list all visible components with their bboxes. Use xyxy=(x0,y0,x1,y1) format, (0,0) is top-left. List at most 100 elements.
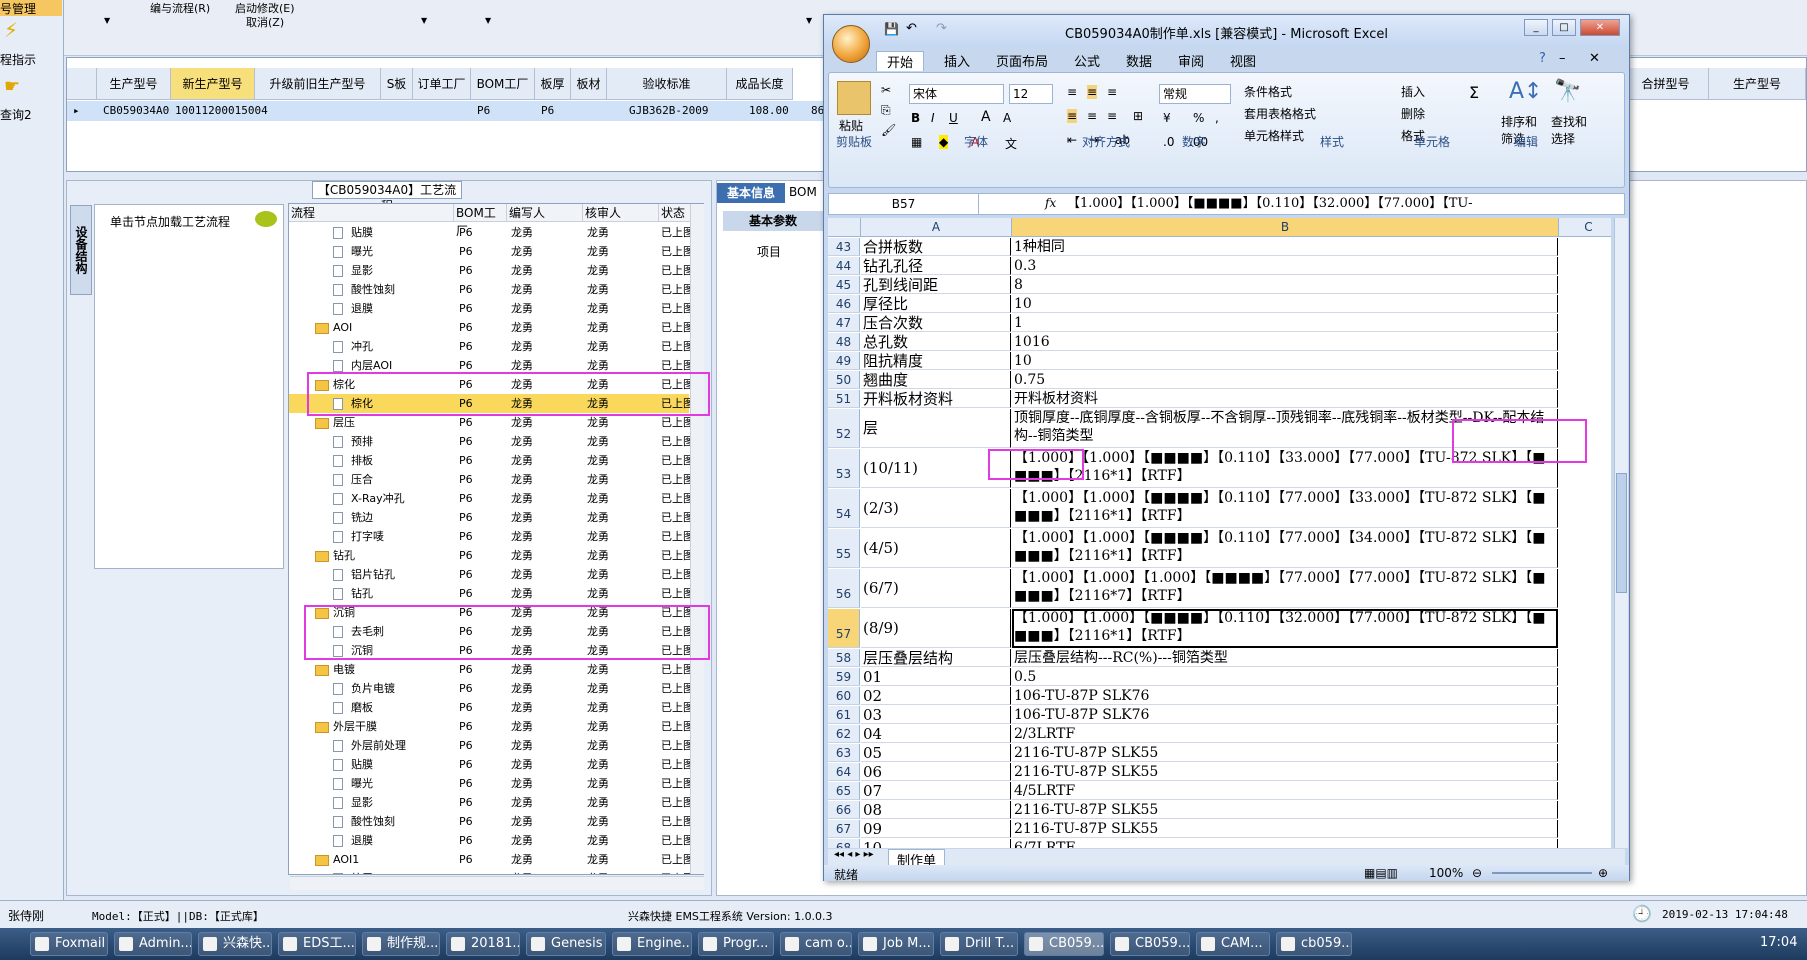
tree-row[interactable]: 外层前处理 P6 龙勇 龙勇 已上图 xyxy=(289,736,694,755)
nav-item-manage[interactable]: 号管理 xyxy=(0,0,62,16)
cell-a[interactable]: 03 xyxy=(861,706,1011,724)
row-header[interactable]: 62 xyxy=(828,725,860,743)
cell-a[interactable]: 阻抗精度 xyxy=(861,352,1011,370)
chevron-down-icon[interactable]: ▼ xyxy=(421,16,427,25)
taskbar-item[interactable]: CB059... xyxy=(1024,932,1104,956)
cell-b[interactable]: 0.3 xyxy=(1012,257,1558,275)
zoom-slider[interactable] xyxy=(1492,872,1592,874)
cell-a[interactable]: 层 xyxy=(861,409,1011,448)
menu-process[interactable]: 编与流程(R) xyxy=(150,0,210,16)
menu-cancel[interactable]: 取消(Z) xyxy=(246,14,284,30)
row-header[interactable]: 65 xyxy=(828,782,860,800)
taskbar-item[interactable]: 20181... xyxy=(446,932,520,956)
cell-b[interactable]: 2/3LRTF xyxy=(1012,725,1558,743)
view-buttons-icon[interactable]: ▦▤▥ xyxy=(1364,866,1398,880)
cell-a[interactable]: 翘曲度 xyxy=(861,371,1011,389)
tab-basic-params[interactable]: 基本参数 xyxy=(723,211,823,231)
cell-a[interactable]: 钻孔孔径 xyxy=(861,257,1011,275)
taskbar-item[interactable]: cb059... xyxy=(1276,932,1352,956)
row-header[interactable]: 56 xyxy=(828,569,860,608)
row-header[interactable]: 55 xyxy=(828,529,860,568)
cell-b[interactable]: 1种相同 xyxy=(1012,238,1558,256)
maximize-icon[interactable]: □ xyxy=(1552,19,1576,36)
row-header[interactable]: 54 xyxy=(828,489,860,528)
cell-new-model[interactable]: 10011200015004 xyxy=(175,101,268,121)
formula-input[interactable]: 【1.000】【1.000】【■■■■】【0.110】【32.000】【77.0… xyxy=(1067,194,1607,214)
tree-row[interactable]: 负片电镀 P6 龙勇 龙勇 已上图 xyxy=(289,679,694,698)
taskbar-item[interactable]: Drill T... xyxy=(940,932,1018,956)
row-header[interactable]: 51 xyxy=(828,390,860,408)
cell-b[interactable]: 【1.000】【1.000】【■■■■】【0.110】【77.000】【34.0… xyxy=(1012,529,1558,568)
col-header[interactable]: 合拼型号 xyxy=(1623,68,1709,100)
row-header[interactable]: 49 xyxy=(828,352,860,370)
cell-a[interactable]: 06 xyxy=(861,763,1011,781)
col-header[interactable]: 升级前旧生产型号 xyxy=(255,68,381,100)
cell-a[interactable]: 10 xyxy=(861,839,1011,848)
row-header[interactable]: 67 xyxy=(828,820,860,838)
grow-font-icon[interactable]: A xyxy=(981,109,991,125)
taskbar-item[interactable]: cam o... xyxy=(780,932,852,956)
align-middle-icon[interactable]: ≡ xyxy=(1087,85,1098,99)
col-header[interactable]: 板材 xyxy=(571,68,607,100)
cell-a[interactable]: 层压叠层结构 xyxy=(861,649,1011,667)
chevron-down-icon[interactable]: ▼ xyxy=(104,16,110,25)
tree-row[interactable]: 退膜 P6 龙勇 龙勇 已上图 xyxy=(289,299,694,318)
tree-row[interactable]: 铣边 P6 龙勇 龙勇 已上图 xyxy=(289,508,694,527)
cell-b[interactable]: 【1.000】【1.000】【1.000】【■■■■】【77.000】【77.0… xyxy=(1012,569,1558,608)
cell-b[interactable]: 10 xyxy=(1012,352,1558,370)
nav-item-query[interactable]: 查询2 xyxy=(0,106,32,123)
number-format-select[interactable]: 常规 xyxy=(1159,84,1231,104)
scroll-thumb[interactable] xyxy=(1616,473,1627,593)
cell-a[interactable]: 孔到线间距 xyxy=(861,276,1011,294)
row-header[interactable]: 59 xyxy=(828,668,860,686)
font-size-select[interactable]: 12 xyxy=(1009,84,1053,104)
undo-icon[interactable]: ↶ xyxy=(906,21,917,36)
cut-icon[interactable]: ✂ xyxy=(881,83,891,97)
phonetic-icon[interactable]: 文 xyxy=(1005,135,1017,152)
row-header[interactable]: 52 xyxy=(828,409,860,448)
taskbar-item[interactable]: CB059... xyxy=(1110,932,1190,956)
align-left-icon[interactable]: ≡ xyxy=(1067,109,1078,123)
col-header-a[interactable]: A xyxy=(861,218,1012,237)
sum-icon[interactable]: Σ xyxy=(1469,83,1479,102)
row-header[interactable]: 66 xyxy=(828,801,860,819)
tree-scrollbar[interactable] xyxy=(690,204,704,874)
tree-row[interactable]: 曝光 P6 龙勇 龙勇 已上图 xyxy=(289,242,694,261)
tree-row[interactable]: 预排 P6 龙勇 龙勇 已上图 xyxy=(289,432,694,451)
help-icon[interactable]: ? xyxy=(1539,51,1546,66)
row-header[interactable]: 68 xyxy=(828,839,860,848)
taskbar-item[interactable]: EDS工... xyxy=(278,932,356,956)
taskbar-item[interactable]: Engine... xyxy=(612,932,692,956)
row-header[interactable]: 48 xyxy=(828,333,860,351)
cell-a[interactable]: 合拼板数 xyxy=(861,238,1011,256)
insert-button[interactable]: 插入 xyxy=(1401,83,1425,100)
tree-row[interactable]: 打字唛 P6 龙勇 龙勇 已上图 xyxy=(289,527,694,546)
cell-b[interactable]: 2116-TU-87P SLK55 xyxy=(1012,820,1558,838)
col-header[interactable]: 订单工厂 xyxy=(413,68,471,100)
zoom-out-icon[interactable]: ⊖ xyxy=(1472,866,1482,880)
col-header[interactable]: 新生产型号 xyxy=(171,68,255,100)
col-header[interactable]: 成品长度 xyxy=(727,68,793,100)
row-header[interactable]: 50 xyxy=(828,371,860,389)
col-header-writer[interactable]: 编写人 xyxy=(507,204,583,222)
col-header[interactable]: BOM工厂 xyxy=(471,68,535,100)
cell-a[interactable]: 08 xyxy=(861,801,1011,819)
tree-row[interactable]: 排板 P6 龙勇 龙勇 已上图 xyxy=(289,451,694,470)
col-header[interactable]: 验收标准 xyxy=(607,68,727,100)
cell-b[interactable]: 【1.000】【1.000】【■■■■】【0.110】【32.000】【77.0… xyxy=(1012,609,1558,648)
align-center-icon[interactable]: ≡ xyxy=(1087,109,1097,123)
taskbar-item[interactable]: 制作规... xyxy=(362,932,440,956)
cell-b[interactable]: 2116-TU-87P SLK55 xyxy=(1012,744,1558,762)
tree-row[interactable]: 酸性蚀刻 P6 龙勇 龙勇 已上图 xyxy=(289,280,694,299)
underline-icon[interactable]: U xyxy=(949,111,958,125)
tree-row[interactable]: 贴膜 P6 龙勇 龙勇 已上图 xyxy=(289,223,694,242)
tree-row[interactable]: 显影 P6 龙勇 龙勇 已上图 xyxy=(289,261,694,280)
col-header-bom[interactable]: BOM工厂 xyxy=(454,204,507,238)
col-header[interactable]: 板厚 xyxy=(535,68,571,100)
tree-row[interactable]: 压合 P6 龙勇 龙勇 已上图 xyxy=(289,470,694,489)
find-select-button[interactable]: 查找和选择 xyxy=(1551,113,1595,147)
row-header[interactable]: 45 xyxy=(828,276,860,294)
cell-b[interactable]: 106-TU-87P SLK76 xyxy=(1012,687,1558,705)
cell-b[interactable]: 开料板材资料 xyxy=(1012,390,1558,408)
cell-style-button[interactable]: 单元格样式 xyxy=(1244,127,1304,144)
